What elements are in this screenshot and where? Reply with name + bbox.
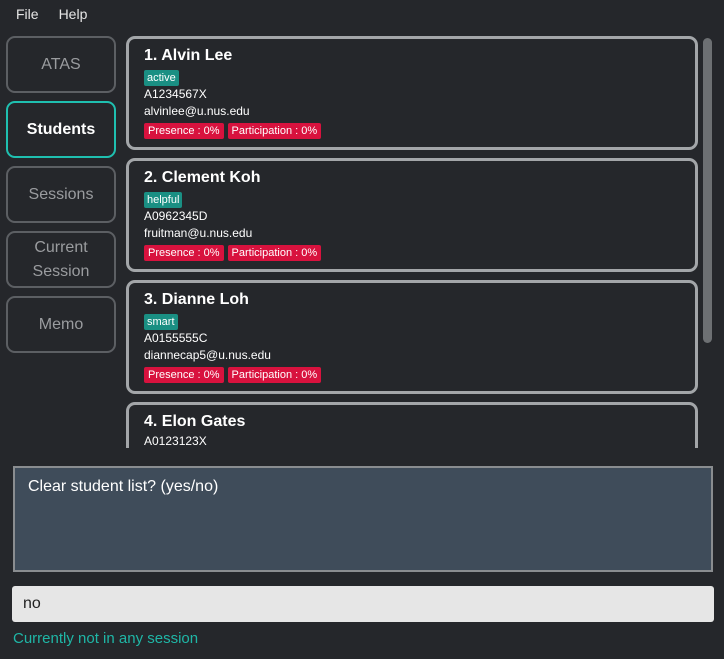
presence-badge: Presence : 0% <box>144 245 224 261</box>
student-matric: A0123123X <box>144 434 207 448</box>
participation-badge: Participation : 0% <box>227 123 322 139</box>
student-card[interactable]: 2. Clement Koh helpful A0962345D fruitma… <box>126 158 698 272</box>
sidebar-item-current-session[interactable]: Current Session <box>6 231 116 288</box>
student-tag: active <box>144 70 179 86</box>
student-matric: A1234567X <box>144 87 207 101</box>
student-tag: helpful <box>144 192 183 208</box>
menu-help[interactable]: Help <box>51 6 96 22</box>
result-display: Clear student list? (yes/no) <box>13 466 713 572</box>
sidebar-item-students[interactable]: Students <box>6 101 116 158</box>
student-card[interactable]: 1. Alvin Lee active A1234567X alvinlee@u… <box>126 36 698 150</box>
student-matric: A0155555C <box>144 331 208 345</box>
student-stats: Presence : 0% Participation : 0% <box>144 365 695 383</box>
student-matric: A0962345D <box>144 209 208 223</box>
sidebar: ATAS Students Sessions Current Session M… <box>6 36 116 361</box>
student-name: 3. Dianne Loh <box>144 291 249 308</box>
student-tag: smart <box>144 314 178 330</box>
presence-badge: Presence : 0% <box>144 367 224 383</box>
student-email: diannecap5@u.nus.edu <box>144 348 271 362</box>
sidebar-item-sessions[interactable]: Sessions <box>6 166 116 223</box>
student-card[interactable]: 4. Elon Gates A0123123X <box>126 402 698 448</box>
student-stats: Presence : 0% Participation : 0% <box>144 121 695 139</box>
student-name: 4. Elon Gates <box>144 413 246 430</box>
student-stats: Presence : 0% Participation : 0% <box>144 243 695 261</box>
sidebar-item-atas[interactable]: ATAS <box>6 36 116 93</box>
status-bar-text: Currently not in any session <box>13 630 199 647</box>
menu-file[interactable]: File <box>8 6 47 22</box>
student-email: alvinlee@u.nus.edu <box>144 104 250 118</box>
scroll-thumb[interactable] <box>703 38 712 343</box>
app-window: File Help ATAS Students Sessions Current… <box>0 0 724 659</box>
command-input[interactable] <box>12 586 714 622</box>
participation-badge: Participation : 0% <box>227 245 322 261</box>
student-name: 1. Alvin Lee <box>144 47 233 64</box>
list-scrollbar[interactable] <box>702 38 712 448</box>
student-card[interactable]: 3. Dianne Loh smart A0155555C diannecap5… <box>126 280 698 394</box>
presence-badge: Presence : 0% <box>144 123 224 139</box>
student-list[interactable]: 1. Alvin Lee active A1234567X alvinlee@u… <box>126 36 716 448</box>
menu-bar: File Help <box>0 0 724 28</box>
student-email: fruitman@u.nus.edu <box>144 226 253 240</box>
student-name: 2. Clement Koh <box>144 169 261 186</box>
sidebar-item-memo[interactable]: Memo <box>6 296 116 353</box>
participation-badge: Participation : 0% <box>227 367 322 383</box>
